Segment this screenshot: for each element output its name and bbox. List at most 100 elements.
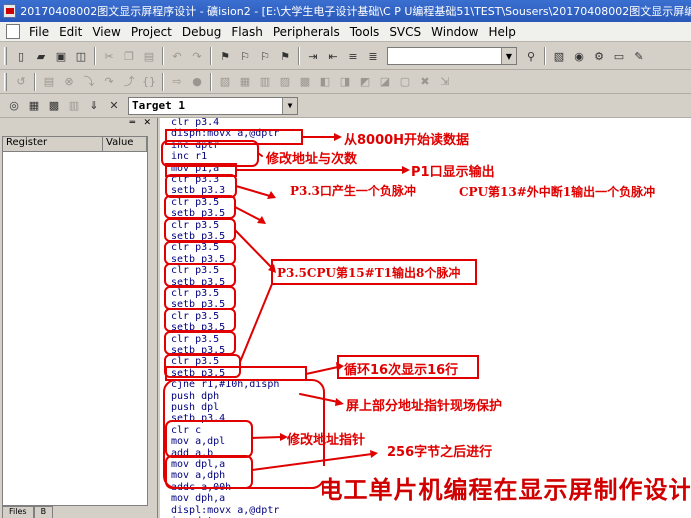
symbols-icon[interactable]: ▢ bbox=[397, 74, 413, 90]
code-line[interactable]: clr p3.5 bbox=[171, 311, 219, 322]
open-folder-icon[interactable]: ▰ bbox=[33, 48, 49, 64]
menu-file[interactable]: File bbox=[24, 25, 54, 39]
code-line[interactable]: disph:movx a,@dptr bbox=[171, 128, 279, 139]
code-line[interactable]: setb p3.5 bbox=[171, 254, 225, 265]
code-line[interactable]: add a,b bbox=[171, 448, 213, 459]
code-line[interactable]: clr p3.5 bbox=[171, 197, 219, 208]
new-file-icon[interactable]: ▯ bbox=[13, 48, 29, 64]
toolbox-icon[interactable]: ✖ bbox=[417, 74, 433, 90]
options-icon[interactable]: ✕ bbox=[106, 98, 122, 114]
code-line[interactable]: setb p3.5 bbox=[171, 208, 225, 219]
analyzer-icon[interactable]: ◨ bbox=[337, 74, 353, 90]
code-line[interactable]: clr p3.3 bbox=[171, 174, 219, 185]
menu-window[interactable]: Window bbox=[426, 25, 483, 39]
performance-icon[interactable]: ◩ bbox=[357, 74, 373, 90]
undo-icon[interactable]: ↶ bbox=[169, 48, 185, 64]
menu-flash[interactable]: Flash bbox=[226, 25, 267, 39]
code-line[interactable]: push dpl bbox=[171, 402, 219, 413]
stop-build-icon[interactable]: ▥ bbox=[66, 98, 82, 114]
run-to-cursor-icon[interactable]: {} bbox=[141, 74, 157, 90]
app-icon[interactable] bbox=[3, 4, 17, 18]
code-line[interactable]: setb p3.5 bbox=[171, 345, 225, 356]
find-combo[interactable]: ▼ bbox=[387, 47, 517, 65]
next-bookmark-icon[interactable]: ⚐ bbox=[257, 48, 273, 64]
configure-icon[interactable]: ⚙ bbox=[591, 48, 607, 64]
redo-icon[interactable]: ↷ bbox=[189, 48, 205, 64]
code-line[interactable]: displ:movx a,@dptr bbox=[171, 505, 279, 516]
target-select[interactable]: Target 1 ▼ bbox=[128, 96, 298, 115]
clear-bookmarks-icon[interactable]: ⚑ bbox=[277, 48, 293, 64]
code-line[interactable]: setb p3.4 bbox=[171, 413, 225, 424]
tab-files[interactable]: Files bbox=[2, 506, 34, 518]
code-line[interactable]: setb p3.5 bbox=[171, 299, 225, 310]
breakpoint-icon[interactable]: ● bbox=[189, 74, 205, 90]
code-line[interactable]: setb p3.5 bbox=[171, 368, 225, 379]
menu-tools[interactable]: Tools bbox=[345, 25, 385, 39]
code-line[interactable]: mov a,dpl bbox=[171, 436, 225, 447]
insert-breakpoint-icon[interactable]: ▧ bbox=[217, 74, 233, 90]
code-line[interactable]: clr p3.5 bbox=[171, 242, 219, 253]
menu-project[interactable]: Project bbox=[126, 25, 177, 39]
rebuild-icon[interactable]: ▩ bbox=[46, 98, 62, 114]
show-next-icon[interactable]: ⇨ bbox=[169, 74, 185, 90]
code-line[interactable]: clr p3.5 bbox=[171, 356, 219, 367]
trace-icon[interactable]: ⇲ bbox=[437, 74, 453, 90]
code-coverage-icon[interactable]: ▨ bbox=[277, 74, 293, 90]
bookmark-icon[interactable]: ⚑ bbox=[217, 48, 233, 64]
memory-icon[interactable]: ▩ bbox=[297, 74, 313, 90]
menu-svcs[interactable]: SVCS bbox=[384, 25, 426, 39]
tab-books[interactable]: B bbox=[33, 506, 54, 518]
toolbar-grip[interactable] bbox=[4, 72, 7, 91]
code-line[interactable]: clr p3.5 bbox=[171, 334, 219, 345]
code-line[interactable]: mov dpl,a bbox=[171, 459, 225, 470]
run-icon[interactable]: ▤ bbox=[41, 74, 57, 90]
comment-icon[interactable]: ≡ bbox=[345, 48, 361, 64]
reset-icon[interactable]: ↺ bbox=[13, 74, 29, 90]
register-window[interactable]: Register Value bbox=[2, 136, 148, 506]
window-icon[interactable]: ▭ bbox=[611, 48, 627, 64]
menu-debug[interactable]: Debug bbox=[177, 25, 226, 39]
step-over-icon[interactable]: ↷ bbox=[101, 74, 117, 90]
code-line[interactable]: inc r1 bbox=[171, 151, 207, 162]
code-line[interactable]: setb p3.5 bbox=[171, 322, 225, 333]
find-icon[interactable]: ⚲ bbox=[523, 48, 539, 64]
tools-icon[interactable]: ✎ bbox=[631, 48, 647, 64]
menu-help[interactable]: Help bbox=[483, 25, 520, 39]
copy-icon[interactable]: ❐ bbox=[121, 48, 137, 64]
value-column-header[interactable]: Value bbox=[103, 137, 147, 151]
watch-icon[interactable]: ▥ bbox=[257, 74, 273, 90]
prev-bookmark-icon[interactable]: ⚐ bbox=[237, 48, 253, 64]
disassembly-icon[interactable]: ▦ bbox=[237, 74, 253, 90]
find-in-files-icon[interactable]: ▧ bbox=[551, 48, 567, 64]
code-line[interactable]: clr c bbox=[171, 425, 201, 436]
load-icon[interactable]: ⇓ bbox=[86, 98, 102, 114]
menu-edit[interactable]: Edit bbox=[54, 25, 87, 39]
register-column-header[interactable]: Register bbox=[3, 137, 103, 151]
code-line[interactable]: clr p3.5 bbox=[171, 265, 219, 276]
paste-icon[interactable]: ▤ bbox=[141, 48, 157, 64]
code-line[interactable]: mov a,dph bbox=[171, 470, 225, 481]
serial-icon[interactable]: ◧ bbox=[317, 74, 333, 90]
cut-icon[interactable]: ✂ bbox=[101, 48, 117, 64]
code-line[interactable]: mov dph,a bbox=[171, 493, 225, 504]
code-line[interactable]: clr p3.5 bbox=[171, 288, 219, 299]
uncomment-icon[interactable]: ≣ bbox=[365, 48, 381, 64]
code-line[interactable]: setb p3.5 bbox=[171, 277, 225, 288]
debug-session-icon[interactable]: ◉ bbox=[571, 48, 587, 64]
code-line[interactable]: setb p3.3 bbox=[171, 185, 225, 196]
step-out-icon[interactable]: ⤴ bbox=[121, 74, 137, 90]
build-icon[interactable]: ▦ bbox=[26, 98, 42, 114]
code-line[interactable]: setb p3.5 bbox=[171, 231, 225, 242]
indent-icon[interactable]: ⇥ bbox=[305, 48, 321, 64]
code-line[interactable]: push dph bbox=[171, 391, 219, 402]
code-line[interactable]: clr p3.5 bbox=[171, 220, 219, 231]
step-into-icon[interactable]: ⤵ bbox=[81, 74, 97, 90]
chevron-down-icon[interactable]: ▼ bbox=[501, 48, 516, 64]
code-line[interactable]: clr p3.4 bbox=[171, 118, 219, 128]
code-line[interactable]: addc a,00h bbox=[171, 482, 231, 493]
document-icon[interactable] bbox=[6, 24, 20, 39]
menu-peripherals[interactable]: Peripherals bbox=[268, 25, 345, 39]
stop-icon[interactable]: ⊗ bbox=[61, 74, 77, 90]
save-all-icon[interactable]: ◫ bbox=[73, 48, 89, 64]
logic-icon[interactable]: ◪ bbox=[377, 74, 393, 90]
